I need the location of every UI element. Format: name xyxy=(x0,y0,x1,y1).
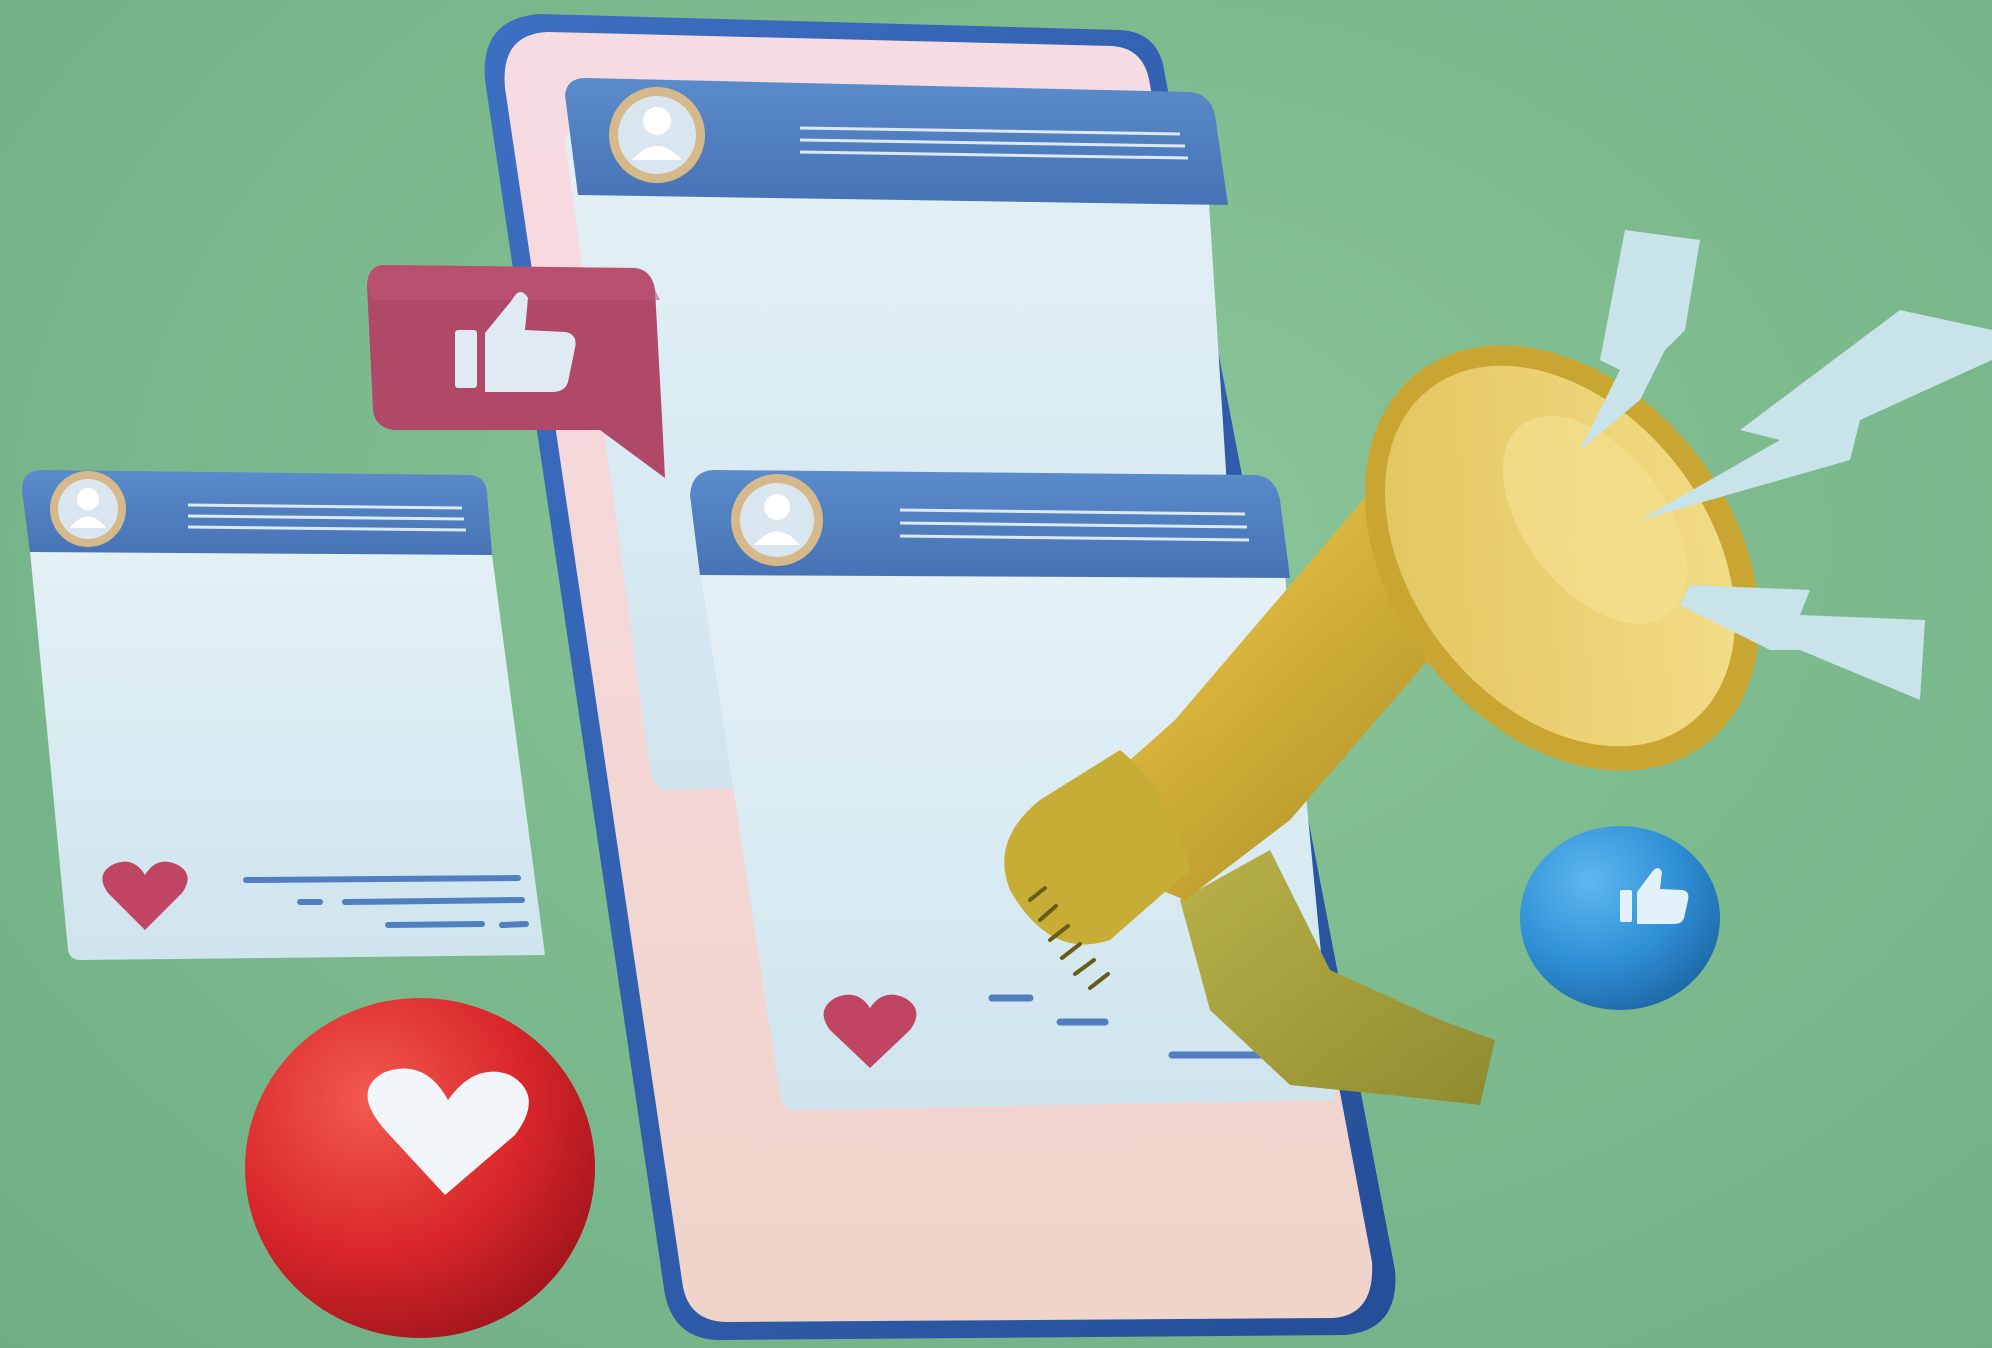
avatar-icon xyxy=(50,471,126,547)
like-reaction-icon xyxy=(1520,826,1720,1010)
illustration-canvas xyxy=(22,14,1992,1340)
social-media-illustration xyxy=(0,0,1992,1348)
heart-reaction-icon xyxy=(245,998,595,1338)
post-card-left xyxy=(22,470,545,960)
avatar-icon xyxy=(731,474,823,566)
avatar-icon xyxy=(609,87,705,183)
